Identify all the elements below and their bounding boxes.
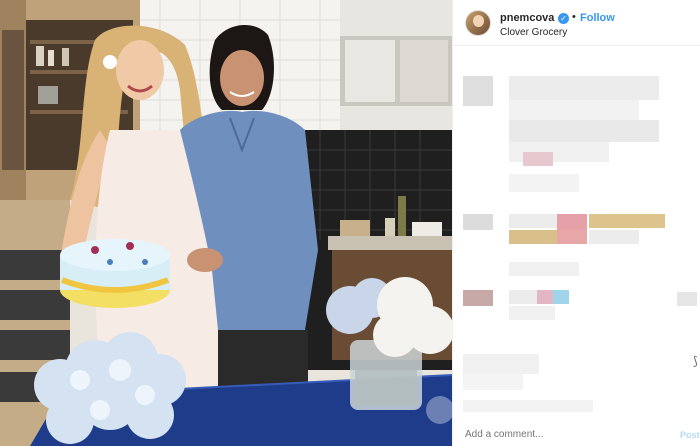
location-link[interactable]: Clover Grocery	[500, 27, 567, 38]
username-link[interactable]: pnemcova	[500, 12, 554, 24]
comment-highlight	[537, 290, 553, 304]
ellipsis-icon[interactable]	[677, 292, 697, 306]
comment-block	[509, 290, 539, 304]
comment-highlight	[557, 214, 587, 230]
comment-block	[509, 174, 579, 192]
comment-block	[589, 230, 639, 244]
comment-avatar	[463, 76, 493, 106]
comment-block	[509, 120, 659, 142]
comment-block	[463, 400, 593, 412]
comment-highlight	[553, 290, 569, 304]
post-header: pnemcova ✓ • Follow Clover Grocery	[453, 0, 700, 46]
post-photo[interactable]	[0, 0, 452, 446]
comment-block	[509, 214, 561, 228]
comment-block	[509, 262, 579, 276]
post-comment-button[interactable]: Post	[680, 430, 700, 440]
separator-dot: •	[572, 11, 576, 23]
comment-block	[463, 354, 539, 374]
comment-block	[509, 306, 555, 320]
post-sidebar: pnemcova ✓ • Follow Clover Grocery ⟆ Pos…	[452, 0, 700, 446]
photo-image	[0, 0, 452, 446]
comment-avatar	[463, 290, 493, 306]
comment-highlight	[523, 152, 553, 166]
comment-input[interactable]	[465, 429, 625, 440]
comment-highlight	[589, 214, 665, 228]
comment-block	[463, 374, 523, 390]
comment-avatar	[463, 214, 493, 230]
scroll-indicator-icon[interactable]: ⟆	[693, 354, 700, 368]
verified-badge-icon: ✓	[558, 13, 569, 24]
comment-block	[509, 76, 659, 100]
comment-highlight	[557, 230, 587, 244]
follow-button[interactable]: Follow	[580, 12, 615, 24]
comment-block	[509, 100, 639, 120]
avatar[interactable]	[465, 10, 491, 36]
